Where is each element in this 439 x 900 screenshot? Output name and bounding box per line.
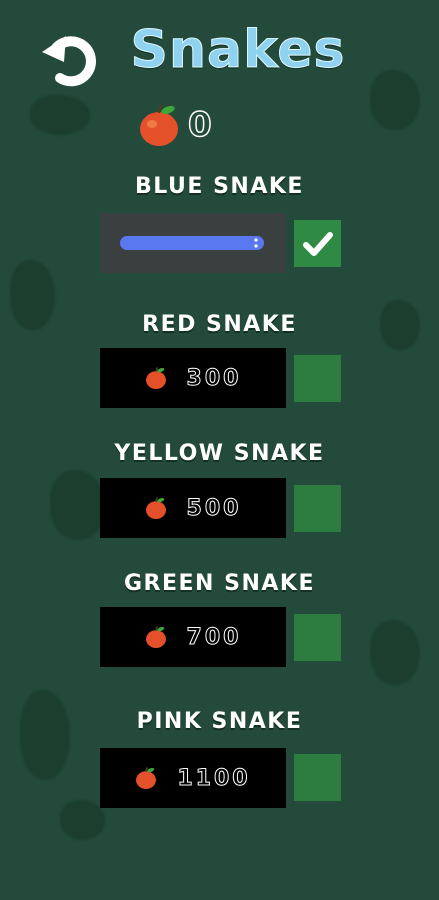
apple-icon: [145, 625, 166, 648]
blue-snake-preview: [120, 236, 264, 250]
snake-card-yellow[interactable]: 500: [100, 478, 286, 538]
checkmark-icon: [302, 231, 333, 256]
snake-price: 300: [186, 365, 242, 391]
snake-name-pink: PINK SNAKE: [136, 709, 303, 734]
background-decoration: [20, 690, 70, 780]
snake-card-green[interactable]: 700: [100, 607, 286, 667]
background-decoration: [50, 470, 105, 540]
snake-card-pink[interactable]: 1100: [100, 748, 286, 808]
apple-counter: 0: [138, 100, 212, 150]
snake-price: 700: [186, 624, 242, 650]
apple-icon: [145, 496, 166, 519]
snake-name-green: GREEN SNAKE: [124, 571, 315, 596]
snake-price: 500: [186, 495, 242, 521]
snake-price: 1100: [177, 765, 251, 791]
apple-icon: [140, 104, 178, 146]
background-decoration: [60, 800, 105, 840]
back-button[interactable]: [38, 32, 100, 88]
undo-arrow-icon: [42, 36, 96, 87]
snake-name-yellow: YELLOW SNAKE: [114, 441, 325, 466]
apple-count-value: 0: [187, 104, 212, 146]
select-checkbox-blue[interactable]: [294, 220, 341, 267]
select-checkbox-red[interactable]: [294, 355, 341, 402]
apple-icon: [145, 366, 166, 389]
background-decoration: [30, 95, 90, 135]
snake-card-red[interactable]: 300: [100, 348, 286, 408]
select-checkbox-pink[interactable]: [294, 754, 341, 801]
snake-name-red: RED SNAKE: [142, 312, 297, 337]
background-decoration: [370, 620, 420, 685]
page-title: Snakes: [130, 20, 346, 81]
select-checkbox-yellow[interactable]: [294, 485, 341, 532]
snake-name-blue: BLUE SNAKE: [135, 174, 304, 199]
background-decoration: [370, 70, 420, 130]
select-checkbox-green[interactable]: [294, 614, 341, 661]
snake-card-blue[interactable]: [100, 213, 286, 273]
apple-icon: [136, 766, 157, 789]
